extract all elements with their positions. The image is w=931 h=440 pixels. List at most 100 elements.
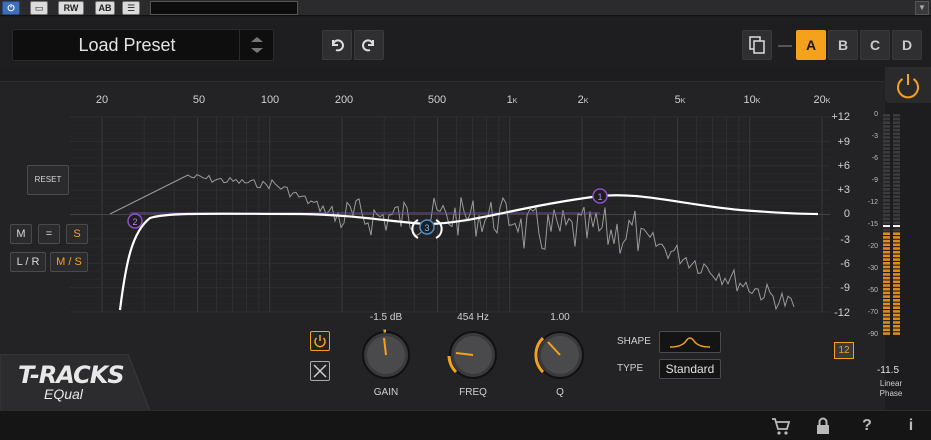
- meter-peak: [893, 225, 900, 227]
- meter-segment: [883, 228, 890, 232]
- meter-segment: [883, 295, 890, 298]
- freq-label-5k: 5K: [674, 94, 686, 106]
- meter-segment: [893, 147, 900, 150]
- mode-s-button[interactable]: S: [66, 224, 88, 244]
- gain-value: -1.5 dB: [369, 312, 403, 323]
- band-power-button[interactable]: [310, 331, 330, 351]
- lr-mode-button[interactable]: L / R: [10, 252, 46, 272]
- q-label: Q: [556, 387, 564, 398]
- meter-segment: [883, 247, 890, 250]
- preset-spinner: [239, 30, 273, 60]
- host-preset-field[interactable]: [150, 1, 298, 15]
- meter-segment: [883, 117, 890, 121]
- lock-icon[interactable]: [812, 415, 834, 437]
- band-power-icon: [314, 335, 326, 348]
- band-node-2[interactable]: 2: [127, 213, 143, 229]
- meter-segment: [893, 125, 900, 128]
- meter-segment: [883, 280, 890, 284]
- mode-m-button[interactable]: M: [10, 224, 32, 244]
- logo-text-equal: EQual: [44, 386, 83, 402]
- meter-segment: [883, 162, 890, 165]
- meter-segment: [893, 191, 900, 195]
- meter-segment: [893, 273, 900, 276]
- gain-knob-group: -1.5 dB GAIN: [351, 312, 421, 402]
- meter-segment: [893, 258, 900, 261]
- host-bypass-button[interactable]: ▭: [30, 1, 48, 15]
- meter-segment: [883, 199, 890, 202]
- eq-panel: 2 1 3 20 50 100 200 500 1K 2K 5K 10K 20K…: [0, 81, 902, 411]
- meter-segment: [893, 265, 900, 269]
- freq-label-50: 50: [192, 94, 206, 106]
- meter-segment: [883, 302, 890, 306]
- meter-segment: [893, 199, 900, 202]
- preset-prev-icon[interactable]: [251, 37, 263, 42]
- meter-segment: [883, 232, 890, 235]
- mode-link-button[interactable]: =: [38, 224, 60, 244]
- band-delete-button[interactable]: [310, 361, 330, 381]
- help-icon[interactable]: ?: [856, 415, 878, 437]
- host-menu-button[interactable]: ☰: [122, 1, 140, 15]
- meter-segment: [893, 262, 900, 265]
- bell-shape-icon: [669, 337, 711, 348]
- info-icon[interactable]: i: [900, 415, 922, 437]
- redo-button[interactable]: [354, 30, 384, 60]
- db-label-plus12: +12: [831, 111, 850, 123]
- slot-c-button[interactable]: C: [860, 30, 890, 60]
- meter-segment: [883, 273, 890, 276]
- slot-d-button[interactable]: D: [892, 30, 922, 60]
- meter-scale-label: -70: [868, 309, 878, 316]
- slot-b-button[interactable]: B: [828, 30, 858, 60]
- meter-segment: [883, 210, 890, 213]
- meter-segment: [893, 236, 900, 239]
- db-range-selector[interactable]: 12: [834, 342, 854, 359]
- gain-knob[interactable]: [356, 325, 416, 385]
- meter-segment: [893, 228, 900, 232]
- host-power-button[interactable]: ⏻: [2, 1, 20, 15]
- reset-button[interactable]: RESET: [27, 165, 69, 195]
- cart-icon[interactable]: [770, 415, 792, 437]
- copy-settings-button[interactable]: [742, 30, 772, 60]
- host-rw-button[interactable]: RW: [58, 1, 84, 15]
- meter-scale-label: -90: [868, 331, 878, 338]
- output-meter: 0 -3 -6 -9 -12 -15 -20 -30 -50 -70 -90: [866, 96, 906, 396]
- freq-value: 454 Hz: [457, 312, 489, 323]
- slot-a-button[interactable]: A: [796, 30, 826, 60]
- preset-name[interactable]: Load Preset: [13, 30, 241, 60]
- meter-scale-label: -20: [868, 243, 878, 250]
- q-knob[interactable]: [530, 325, 590, 385]
- host-dropdown-arrow-icon[interactable]: ▼: [915, 1, 929, 15]
- meter-segment: [893, 188, 900, 191]
- meter-scale-label: -30: [868, 265, 878, 272]
- host-ab-button[interactable]: AB: [95, 1, 115, 15]
- meter-segment: [883, 328, 890, 332]
- type-selector[interactable]: Standard: [659, 359, 721, 379]
- shape-selector[interactable]: [659, 331, 721, 353]
- band-node-1[interactable]: 1: [592, 188, 608, 204]
- eq-response-curve: [118, 194, 819, 311]
- undo-button[interactable]: [322, 30, 352, 60]
- freq-knob[interactable]: [443, 325, 503, 385]
- meter-scale-label: 0: [874, 111, 878, 118]
- freq-label-2k: 2K: [577, 94, 589, 106]
- meter-segment: [883, 236, 890, 239]
- freq-label-500: 500: [427, 94, 447, 106]
- db-label-minus3: -3: [840, 234, 850, 246]
- linear-phase-toggle[interactable]: Linear Phase: [866, 379, 916, 399]
- ms-mode-button[interactable]: M / S: [50, 252, 88, 272]
- meter-segment: [893, 117, 900, 121]
- meter-segment: [893, 136, 900, 139]
- plugin-toolbar: Load Preset A B C D: [0, 17, 931, 67]
- footer-bar: ? i: [0, 410, 931, 440]
- meter-segment: [893, 151, 900, 154]
- preset-selector[interactable]: Load Preset: [12, 29, 274, 61]
- preset-next-icon[interactable]: [251, 48, 263, 53]
- meter-segment: [893, 202, 900, 206]
- meter-segment: [893, 269, 900, 272]
- freq-label-20: 20: [95, 94, 109, 106]
- meter-segment: [883, 291, 890, 295]
- meter-segment: [883, 258, 890, 261]
- meter-segment: [893, 184, 900, 187]
- undo-icon: [332, 39, 344, 52]
- meter-segment: [883, 151, 890, 154]
- band-node-3[interactable]: 3: [419, 219, 435, 235]
